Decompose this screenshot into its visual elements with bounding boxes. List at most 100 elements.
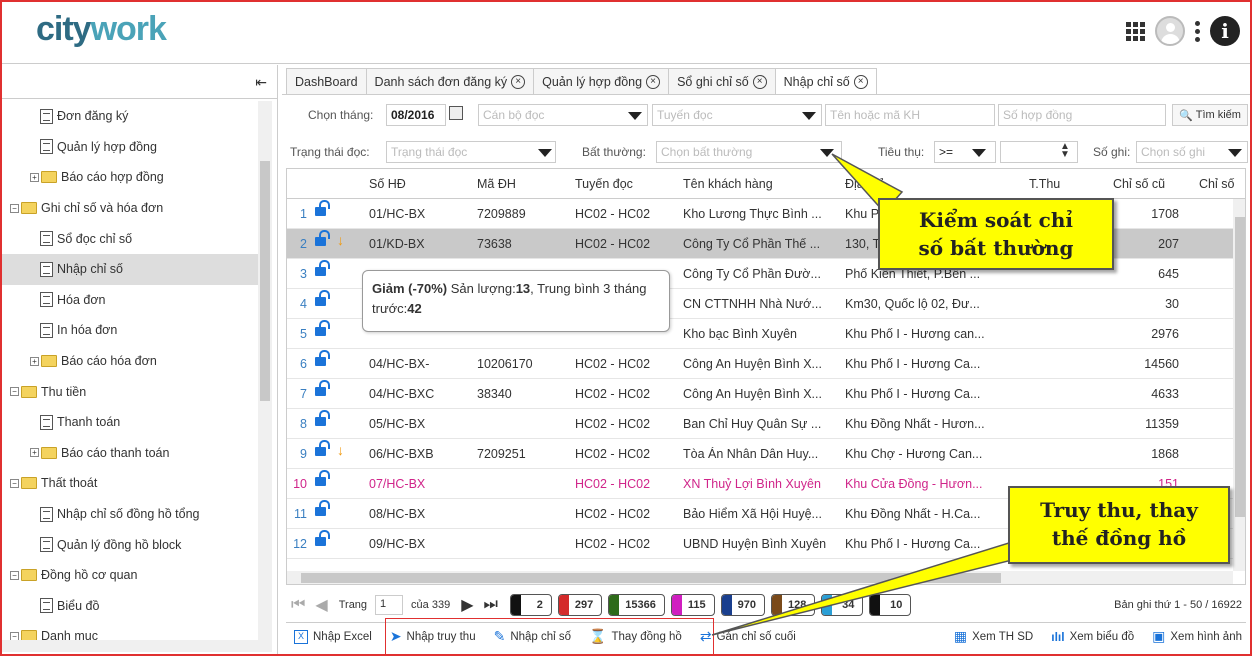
customer-input[interactable]: Tên hoặc mã KH [825,104,995,126]
unlock-icon[interactable] [315,200,330,216]
more-vertical-icon[interactable] [1195,20,1200,42]
close-tab-icon[interactable]: × [646,74,661,89]
abnormal-select[interactable]: Chọn bất thường [656,141,842,163]
record-dropdown-icon[interactable] [1228,149,1242,157]
status-count-badge[interactable]: 128 [770,594,816,616]
status-count-badge[interactable]: 970 [720,594,765,616]
status-count-badge[interactable]: 297 [557,594,603,616]
unlock-icon[interactable] [315,230,330,246]
unlock-icon[interactable] [315,290,330,306]
unlock-icon[interactable] [315,530,330,546]
collapse-sidebar-icon[interactable]: ⇤ [255,74,267,91]
unlock-icon[interactable] [315,410,330,426]
close-tab-icon[interactable]: × [511,74,526,89]
route-select[interactable]: Tuyến đọc [652,104,822,126]
sidebar-item[interactable]: Nhập chỉ số [2,253,258,285]
sidebar-scrollbar[interactable] [258,101,272,641]
sidebar-item[interactable]: + Báo cáo hợp đồng [2,162,258,193]
route-dropdown-icon[interactable] [802,112,816,120]
user-avatar-icon[interactable] [1155,16,1185,46]
usage-operator-select[interactable]: >= [934,141,996,163]
usage-operator-dropdown-icon[interactable] [972,149,986,157]
assign-last-index-button[interactable]: ⇄ Gán chỉ số cuối [700,628,796,645]
status-count-badge[interactable]: 10 [869,594,912,616]
contract-input[interactable]: Số hợp đồng [998,104,1166,126]
sidebar-horizontal-scrollbar[interactable] [2,640,272,652]
view-usage-button[interactable]: ▦ Xem TH SD [954,628,1033,645]
last-page-icon[interactable]: ⏭ [484,596,498,614]
sidebar-item[interactable]: + Báo cáo hóa đơn [2,346,258,377]
search-button[interactable]: 🔍 Tìm kiếm [1172,104,1248,126]
unlock-icon[interactable] [315,260,330,276]
reader-select[interactable]: Cán bộ đọc [478,104,648,126]
unlock-icon[interactable] [315,500,330,516]
page-input[interactable]: 1 [375,595,404,615]
sidebar-item[interactable]: Thanh toán [2,407,258,438]
collapse-icon[interactable]: − [10,478,19,488]
tab[interactable]: Nhập chỉ số × [774,68,877,94]
citywork-logo[interactable]: citywork [36,10,167,49]
read-status-dropdown-icon[interactable] [538,149,552,157]
unlock-icon[interactable] [315,380,330,396]
info-icon[interactable]: i [1210,16,1240,46]
sidebar-item[interactable]: Quản lý hợp đồng [2,132,258,163]
col-chi-so-moi[interactable]: Chỉ số [1199,177,1239,191]
sidebar-item[interactable]: Đơn đăng ký [2,101,258,132]
unlock-icon[interactable] [315,320,330,336]
col-dia-chi[interactable]: Địa chỉ [845,177,885,191]
tab[interactable]: DashBoard [286,68,367,94]
sidebar-item[interactable]: Quản lý đồng hồ block [2,529,258,560]
tab[interactable]: Quản lý hợp đồng × [533,68,670,94]
table-horizontal-scrollbar[interactable] [287,571,1233,584]
status-count-badge[interactable]: 34 [821,594,864,616]
expand-icon[interactable]: + [30,172,39,182]
sidebar-item[interactable]: − Thu tiền [2,376,258,407]
sidebar-item[interactable]: − Đồng hồ cơ quan [2,560,258,591]
expand-icon[interactable]: + [30,448,39,458]
sidebar-item[interactable]: + Báo cáo thanh toán [2,438,258,469]
table-row[interactable]: 9 06/HC-BXB 7209251 HC02 - HC02 Tòa Án Nhân … [287,439,1233,469]
apps-grid-icon[interactable] [1126,21,1145,41]
sidebar-item[interactable]: Sổ đọc chỉ số [2,223,258,254]
tab[interactable]: Sổ ghi chỉ số × [668,68,776,94]
collapse-icon[interactable]: − [10,570,19,580]
col-chi-so-cu[interactable]: Chỉ số cũ [1113,177,1165,191]
sidebar-item[interactable]: − Thất thoát [2,468,258,499]
status-count-badge[interactable]: 115 [670,594,715,616]
view-image-button[interactable]: ▣ Xem hình ảnh [1152,628,1242,645]
table-row[interactable]: 6 04/HC-BX- 10206170 HC02 - HC02 Công An Huy… [287,349,1233,379]
calendar-icon[interactable] [449,106,463,120]
expand-icon[interactable]: + [30,356,39,366]
month-input[interactable]: 08/2016 [386,104,446,126]
col-so-hd[interactable]: Số HĐ [369,177,406,191]
status-count-badge[interactable]: 15366 [608,594,665,616]
sidebar-item[interactable]: In hóa đơn [2,315,258,346]
col-ma-dh[interactable]: Mã ĐH [477,177,516,191]
collapse-icon[interactable]: − [10,203,19,213]
read-status-select[interactable]: Trạng thái đọc [386,141,556,163]
table-row[interactable]: 8 05/HC-BX HC02 - HC02 Ban Chỉ Huy Quân Sự … [287,409,1233,439]
unlock-icon[interactable] [315,470,330,486]
table-vertical-scrollbar[interactable] [1233,199,1245,571]
col-tuyen-doc[interactable]: Tuyến đọc [575,177,633,191]
unlock-icon[interactable] [315,440,330,456]
prev-page-icon[interactable]: ◀ [315,595,327,615]
unlock-icon[interactable] [315,350,330,366]
view-chart-button[interactable]: ılıl Xem biểu đồ [1051,630,1134,644]
abnormal-dropdown-icon[interactable] [820,149,834,157]
collapse-icon[interactable]: − [10,387,19,397]
sidebar-item[interactable]: − Ghi chỉ số và hóa đơn [2,193,258,224]
close-tab-icon[interactable]: × [752,74,767,89]
col-t-thu[interactable]: T.Thu [1029,177,1060,191]
tab[interactable]: Danh sách đơn đăng ký × [365,68,535,94]
next-page-icon[interactable]: ▶ [461,595,473,615]
export-excel-button[interactable]: X Nhập Excel [294,629,372,644]
sidebar-item[interactable]: − Danh mục [2,621,258,641]
status-count-badge[interactable]: 2 [509,594,552,616]
table-row[interactable]: 7 04/HC-BXC 38340 HC02 - HC02 Công An Huyện … [287,379,1233,409]
col-ten-kh[interactable]: Tên khách hàng [683,177,773,191]
close-tab-icon[interactable]: × [853,74,868,89]
sidebar-item[interactable]: Nhập chỉ số đồng hồ tổng [2,499,258,530]
sidebar-item[interactable]: Biểu đồ [2,591,258,622]
first-page-icon[interactable]: ⏮ [291,596,305,614]
